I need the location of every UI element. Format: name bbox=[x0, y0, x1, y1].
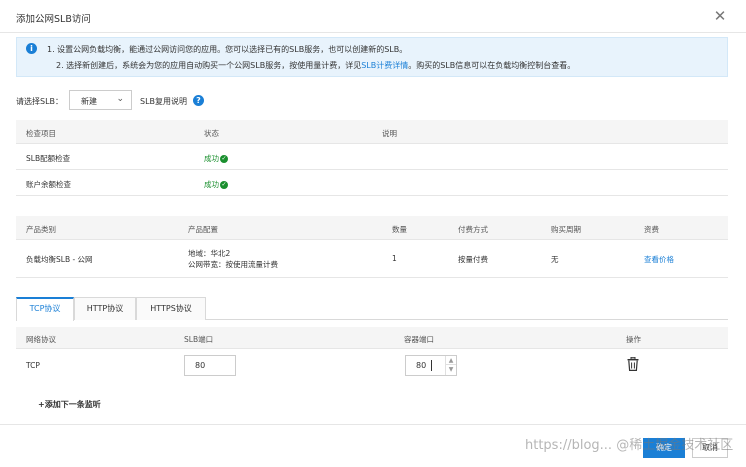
close-icon[interactable]: ✕ bbox=[712, 8, 728, 24]
stepper-controls: ▲ ▼ bbox=[445, 356, 456, 375]
header-check-item: 检查项目 bbox=[26, 129, 56, 138]
check-circle-icon: ✓ bbox=[220, 155, 228, 163]
header-category: 产品类别 bbox=[26, 225, 56, 234]
header-config: 产品配置 bbox=[188, 225, 218, 234]
product-quantity: 1 bbox=[392, 254, 397, 263]
table-row: 账户余额检查 成功 ✓ bbox=[16, 170, 728, 196]
check-item: SLB配额检查 bbox=[26, 154, 71, 163]
status-badge: 成功 ✓ bbox=[204, 153, 228, 164]
status-text: 成功 bbox=[204, 180, 219, 189]
table-row: SLB配额检查 成功 ✓ bbox=[16, 144, 728, 170]
header-price: 资费 bbox=[644, 225, 659, 234]
trash-icon[interactable] bbox=[627, 357, 639, 371]
product-config-region: 地域：华北2 bbox=[188, 249, 231, 258]
product-payment: 按量付费 bbox=[458, 255, 488, 264]
protocol-tabs: TCP协议 HTTP协议 HTTPS协议 bbox=[16, 297, 728, 321]
info-notice: i 1. 设置公网负载均衡，能通过公网访问您的应用。您可以选择已有的SLB服务，… bbox=[16, 37, 728, 77]
check-item: 账户余额检查 bbox=[26, 180, 71, 189]
info-icon: i bbox=[26, 43, 37, 54]
product-table: 产品类别 产品配置 数量 付费方式 购买周期 资费 负载均衡SLB - 公网 地… bbox=[16, 216, 728, 278]
listener-protocol: TCP bbox=[26, 361, 40, 370]
table-row: TCP bbox=[16, 349, 728, 383]
tab-https[interactable]: HTTPS协议 bbox=[136, 297, 206, 320]
add-public-slb-dialog: 添加公网SLB访问 ✕ i 1. 设置公网负载均衡，能通过公网访问您的应用。您可… bbox=[0, 0, 746, 467]
slb-select-label: 请选择SLB： bbox=[16, 97, 64, 106]
header-payment: 付费方式 bbox=[458, 225, 488, 234]
check-table-header: 检查项目 状态 说明 bbox=[16, 120, 728, 144]
container-port-value: 80 bbox=[416, 361, 427, 370]
header-period: 购买周期 bbox=[551, 225, 581, 234]
header-slb-port: SLB端口 bbox=[184, 335, 214, 344]
text-caret bbox=[431, 360, 432, 371]
slb-port-value: 80 bbox=[195, 361, 206, 370]
help-icon[interactable]: ? bbox=[193, 95, 204, 106]
notice-line-1: 1. 设置公网负载均衡，能通过公网访问您的应用。您可以选择已有的SLB服务，也可… bbox=[47, 45, 408, 54]
check-table: 检查项目 状态 说明 SLB配额检查 成功 ✓ 账户余额检查 成功 ✓ bbox=[16, 120, 728, 198]
header-container-port: 容器端口 bbox=[404, 335, 434, 344]
tab-tcp[interactable]: TCP协议 bbox=[16, 297, 74, 321]
table-row: 负载均衡SLB - 公网 地域：华北2 公网带宽：按使用流量计费 1 按量付费 … bbox=[16, 240, 728, 278]
view-price-link[interactable]: 查看价格 bbox=[644, 254, 674, 265]
header-actions: 操作 bbox=[626, 335, 641, 344]
notice-line-2-prefix: 2. 选择新创建后，系统会为您的应用自动购买一个公网SLB服务，按使用量计费，详… bbox=[56, 61, 362, 70]
chevron-down-icon: ⌄ bbox=[116, 94, 124, 104]
chevron-down-icon[interactable]: ▼ bbox=[446, 365, 456, 374]
dialog-title: 添加公网SLB访问 bbox=[16, 14, 91, 25]
notice-line-2-suffix: 。购买的SLB信息可以在负载均衡控制台查看。 bbox=[408, 61, 576, 70]
slb-reuse-help-text: SLB复用说明 bbox=[140, 97, 188, 106]
header-status: 状态 bbox=[204, 129, 219, 138]
listener-table: 网络协议 SLB端口 容器端口 操作 TCP bbox=[16, 327, 728, 383]
watermark: https://blog... @稀土掘金技术社区 bbox=[525, 438, 734, 453]
dialog-header: 添加公网SLB访问 ✕ bbox=[0, 0, 746, 33]
chevron-up-icon[interactable]: ▲ bbox=[446, 356, 456, 365]
add-listener-button[interactable]: +添加下一条监听 bbox=[38, 399, 101, 410]
product-config-bandwidth: 公网带宽：按使用流量计费 bbox=[188, 260, 278, 269]
slb-select-dropdown[interactable]: 新建 ⌄ bbox=[69, 90, 132, 110]
header-note: 说明 bbox=[382, 129, 397, 138]
product-category: 负载均衡SLB - 公网 bbox=[26, 255, 93, 264]
status-text: 成功 bbox=[204, 154, 219, 163]
listener-table-header: 网络协议 SLB端口 容器端口 操作 bbox=[16, 327, 728, 349]
header-quantity: 数量 bbox=[392, 225, 407, 234]
slb-billing-link[interactable]: SLB计费详情 bbox=[361, 61, 408, 70]
container-port-stepper[interactable]: 80 ▲ ▼ bbox=[405, 355, 457, 376]
header-protocol: 网络协议 bbox=[26, 335, 56, 344]
product-period: 无 bbox=[551, 255, 559, 264]
product-table-header: 产品类别 产品配置 数量 付费方式 购买周期 资费 bbox=[16, 216, 728, 240]
tab-http[interactable]: HTTP协议 bbox=[74, 297, 136, 320]
check-circle-icon: ✓ bbox=[220, 181, 228, 189]
status-badge: 成功 ✓ bbox=[204, 179, 228, 190]
notice-line-2: 2. 选择新创建后，系统会为您的应用自动购买一个公网SLB服务，按使用量计费，详… bbox=[56, 60, 575, 71]
slb-port-input[interactable]: 80 bbox=[184, 355, 236, 376]
slb-select-value: 新建 bbox=[81, 97, 97, 106]
